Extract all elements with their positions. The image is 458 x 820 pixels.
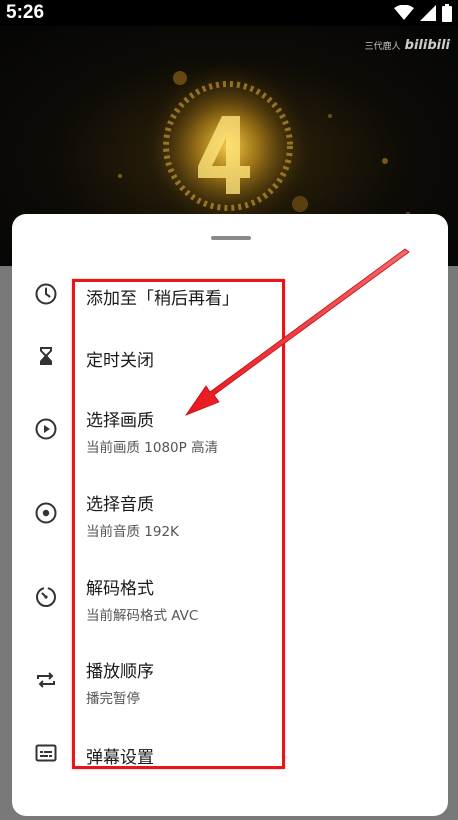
signal-icon [420,5,436,25]
watermark-text: 三代鹿人 [364,42,401,52]
timer-icon [33,584,59,610]
repeat-icon [33,667,59,693]
status-time: 5:26 [6,2,45,23]
watermark: 三代鹿人 bilibili [365,38,450,53]
wifi-icon [394,4,414,25]
status-icons [394,4,452,26]
play-circle-icon [33,416,59,442]
status-bar: 5:26 [0,0,458,26]
drag-handle[interactable] [211,236,251,240]
subtitles-icon [33,740,59,766]
battery-icon [442,4,452,26]
disc-icon [33,500,59,526]
clock-icon [33,281,59,307]
bilibili-logo: bilibili [404,38,450,53]
highlight-box [72,279,285,769]
hourglass-icon [33,343,59,369]
